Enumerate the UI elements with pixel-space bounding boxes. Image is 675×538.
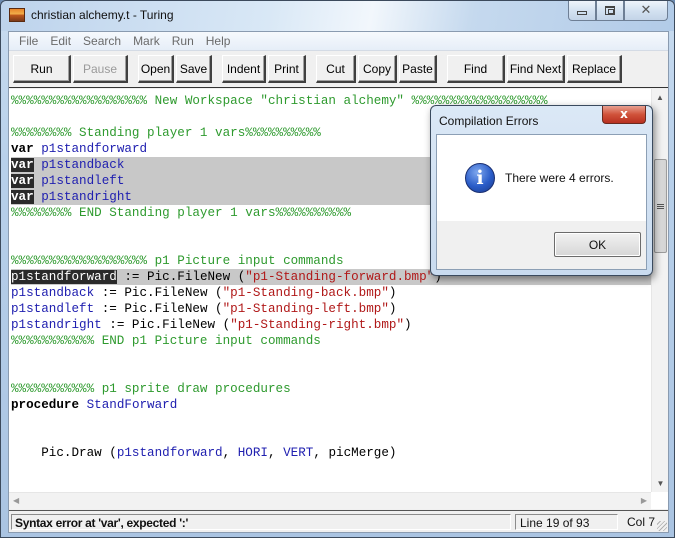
pause-button[interactable]: Pause	[73, 55, 128, 83]
compilation-errors-dialog: Compilation Errors x i There were 4 erro…	[430, 105, 653, 276]
code-text-span: := Pic.FileNew (	[101, 318, 231, 332]
code-keyword: var	[11, 142, 34, 156]
dialog-title: Compilation Errors	[439, 114, 539, 128]
code-keyword-selected: var	[11, 190, 34, 204]
ok-button[interactable]: OK	[554, 232, 641, 257]
indent-button[interactable]: Indent	[222, 55, 266, 83]
code-identifier: p1standforward	[116, 446, 223, 460]
code-keyword-selected: var	[11, 158, 34, 172]
dialog-body: i There were 4 errors. OK	[436, 134, 647, 270]
code-identifier-selected: p1standforward	[11, 270, 117, 284]
title-bar[interactable]: christian alchemy.t - Turing ✕	[1, 1, 674, 31]
code-comment: %%%%%%%% Standing player 1 vars%%%%%%%%%…	[11, 126, 321, 140]
code-comment: %%%%%%%%%%% p1 sprite draw procedures	[11, 382, 291, 396]
code-text-span: := Pic.FileNew (	[94, 302, 223, 316]
code-text-span: := Pic.FileNew (	[94, 286, 223, 300]
print-button[interactable]: Print	[268, 55, 306, 83]
save-button[interactable]: Save	[176, 55, 212, 83]
code-string: "p1-Standing-forward.bmp"	[245, 270, 435, 284]
copy-button[interactable]: Copy	[358, 55, 397, 83]
code-string: "p1-Standing-left.bmp"	[222, 302, 389, 316]
dialog-content: i There were 4 errors.	[437, 135, 646, 221]
status-bar: Syntax error at 'var', expected ':' Line…	[9, 510, 668, 532]
run-button[interactable]: Run	[13, 55, 71, 83]
status-line-number: Line 19 of 93	[515, 514, 618, 530]
scroll-down-arrow-icon[interactable]: ▼	[652, 475, 668, 492]
menu-file[interactable]: File	[13, 34, 44, 48]
code-identifier: p1standback	[41, 158, 125, 172]
code-identifier: HORI	[237, 446, 268, 460]
menu-edit[interactable]: Edit	[44, 34, 77, 48]
window-title: christian alchemy.t - Turing	[31, 8, 174, 22]
close-icon: x	[620, 107, 628, 121]
status-column: Col 7	[626, 515, 655, 529]
code-identifier: p1standright	[11, 318, 102, 332]
turing-app-icon	[9, 8, 25, 22]
dialog-close-button[interactable]: x	[602, 106, 646, 124]
cut-button[interactable]: Cut	[316, 55, 356, 83]
code-comment: %%%%%%%% END Standing player 1 vars%%%%%…	[11, 206, 352, 220]
code-text-span: Pic.Draw (	[11, 446, 117, 460]
find-next-button[interactable]: Find Next	[507, 55, 565, 83]
code-identifier: p1standright	[41, 190, 132, 204]
code-text-span: )	[388, 286, 397, 300]
code-identifier: p1standleft	[41, 174, 125, 188]
menu-run[interactable]: Run	[166, 34, 200, 48]
menu-mark[interactable]: Mark	[127, 34, 166, 48]
scroll-thumb[interactable]	[654, 159, 667, 253]
information-icon: i	[465, 163, 495, 193]
horizontal-scrollbar[interactable]: ◀ ▶	[9, 492, 651, 509]
code-text-span: ,	[222, 446, 238, 460]
minimize-button[interactable]	[568, 1, 596, 21]
open-button[interactable]: Open	[138, 55, 174, 83]
close-button[interactable]: ✕	[624, 1, 668, 21]
code-identifier: VERT	[283, 446, 314, 460]
code-identifier: StandForward	[86, 398, 178, 412]
menu-help[interactable]: Help	[200, 34, 237, 48]
replace-button[interactable]: Replace	[567, 55, 622, 83]
close-icon: ✕	[640, 3, 652, 18]
scroll-up-arrow-icon[interactable]: ▲	[652, 89, 668, 106]
code-text-span: )	[404, 318, 412, 332]
code-string: "p1-Standing-back.bmp"	[222, 286, 389, 300]
code-identifier: p1standleft	[11, 302, 95, 316]
menu-bar: File Edit Search Mark Run Help	[9, 32, 668, 51]
find-button[interactable]: Find	[447, 55, 505, 83]
status-message: Syntax error at 'var', expected ':'	[11, 514, 511, 530]
code-comment: %%%%%%%%%%% END p1 Picture input command…	[11, 334, 321, 348]
grip-icon	[657, 203, 664, 209]
code-text-span: := Pic.FileNew (	[116, 270, 246, 284]
scroll-left-arrow-icon[interactable]: ◀	[13, 496, 19, 505]
minimize-icon	[577, 10, 587, 15]
vertical-scrollbar[interactable]: ▲ ▼	[651, 89, 668, 492]
code-identifier: p1standforward	[41, 142, 148, 156]
window-controls: ✕	[568, 1, 668, 21]
code-text-span: ,	[267, 446, 284, 460]
maximize-icon	[605, 6, 615, 15]
code-keyword-selected: var	[11, 174, 34, 188]
code-text-span: , picMerge)	[313, 446, 397, 460]
code-identifier: p1standback	[11, 286, 95, 300]
resize-grip-icon[interactable]	[657, 521, 667, 531]
code-text-span: )	[388, 302, 397, 316]
code-comment: %%%%%%%%%%%%%%%%%% p1 Picture input comm…	[11, 254, 344, 268]
code-string: "p1-Standing-right.bmp"	[230, 318, 405, 332]
scroll-right-arrow-icon[interactable]: ▶	[641, 496, 647, 505]
code-keyword: procedure	[11, 398, 80, 412]
dialog-message: There were 4 errors.	[505, 171, 614, 185]
maximize-button[interactable]	[596, 1, 624, 21]
paste-button[interactable]: Paste	[399, 55, 437, 83]
menu-search[interactable]: Search	[77, 34, 127, 48]
toolbar: Run Pause Open Save Indent Print Cut Cop…	[9, 51, 668, 88]
